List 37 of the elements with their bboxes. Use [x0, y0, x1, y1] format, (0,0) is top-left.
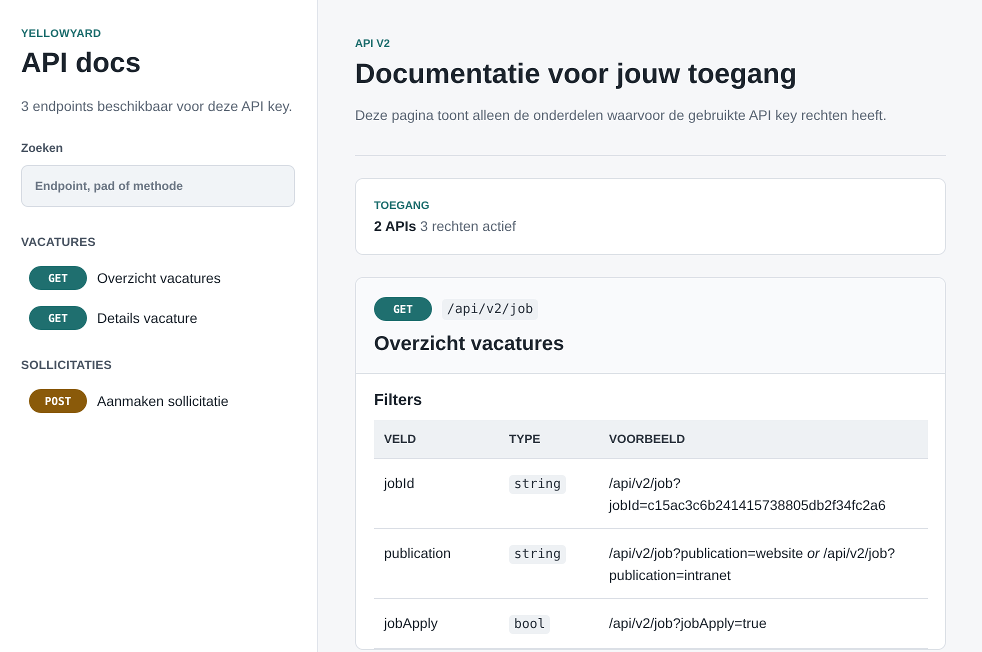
- column-header: VOORBEELD: [599, 420, 928, 458]
- version-label: API V2: [355, 38, 391, 50]
- method-badge: POST: [29, 389, 87, 413]
- field-cell: jobApply: [374, 598, 499, 648]
- search-label: Zoeken: [21, 141, 64, 155]
- example-cell: /api/v2/job?jobApply=true: [599, 598, 928, 648]
- endpoint-link[interactable]: POST Aanmaken sollicitatie: [29, 389, 295, 413]
- access-label: TOEGANG: [374, 200, 430, 212]
- type-tag: string: [509, 545, 566, 564]
- field-cell: publication: [374, 528, 499, 598]
- column-header: VELD: [374, 420, 499, 458]
- search-field[interactable]: Endpoint, pad of methode: [21, 165, 295, 207]
- endpoint-title: Overzicht vacatures: [374, 333, 566, 356]
- endpoint-name: Overzicht vacatures: [97, 270, 221, 286]
- section-title: Filters: [374, 392, 424, 410]
- page-description: Deze pagina toont alleen de onderdelen waarvoor de gebruikte API key rechten heeft.: [355, 107, 888, 123]
- example-cell: /api/v2/job?publication=website or /api/v2/job?publication=intranet: [599, 528, 928, 598]
- sidebar-title: API docs: [21, 46, 142, 80]
- brand-label: YELLOWYARD: [21, 28, 102, 40]
- type-tag: bool: [509, 615, 550, 634]
- method-badge: GET: [29, 306, 87, 330]
- endpoint-path: /api/v2/job: [442, 298, 538, 320]
- type-tag: string: [509, 475, 566, 494]
- endpoint-link[interactable]: GET Overzicht vacatures: [29, 266, 295, 290]
- endpoint-name: Aanmaken sollicitatie: [97, 393, 229, 409]
- group-title: SOLLICITATIES: [21, 358, 113, 372]
- method-badge: GET: [374, 297, 432, 321]
- page-title: Documentatie voor jouw toegang: [355, 57, 798, 91]
- sidebar-description: 3 endpoints beschikbaar voor deze API key.: [21, 97, 294, 116]
- field-cell: jobId: [374, 458, 499, 528]
- group-title: VACATURES: [21, 235, 97, 249]
- endpoint-link[interactable]: GET Details vacature: [29, 306, 295, 330]
- method-badge: GET: [29, 266, 87, 290]
- access-summary: 2 APIs 3 rechten actief: [374, 218, 517, 234]
- column-header: TYPE: [499, 420, 599, 458]
- example-cell: /api/v2/job?jobId=c15ac3c6b241415738805db2f34fc2a6: [599, 458, 928, 528]
- endpoint-name: Details vacature: [97, 310, 198, 326]
